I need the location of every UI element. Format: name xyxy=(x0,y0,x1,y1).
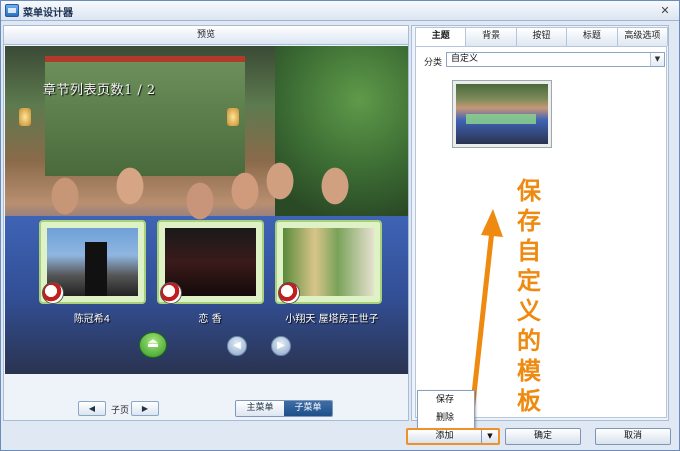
preview-header: 预览 xyxy=(4,26,408,45)
up-menu-icon[interactable]: ⏏ xyxy=(139,332,167,358)
chapter-page-title[interactable]: 章节列表页数1 / 2 xyxy=(43,79,156,98)
cancel-button[interactable]: 取消 xyxy=(595,428,671,445)
prev-page-icon[interactable]: ◀ xyxy=(227,336,247,356)
lamp-right xyxy=(227,108,239,126)
submenu-navigation: ◀ 子页 ▶ 主菜单 子菜单 xyxy=(4,376,408,420)
category-value: 自定义 xyxy=(451,54,479,64)
category-select[interactable]: 自定义 ▼ xyxy=(446,52,665,67)
chapter-thumbnail-1[interactable] xyxy=(39,220,146,304)
next-page-icon[interactable]: ▶ xyxy=(271,336,291,356)
annotation-text: 保存自定义的模板 xyxy=(517,176,541,415)
tab-title[interactable]: 标题 xyxy=(566,27,618,46)
subpage-label: 子页 xyxy=(111,406,130,416)
close-button[interactable]: ✕ xyxy=(657,3,673,18)
next-subpage-button[interactable]: ▶ xyxy=(131,401,159,416)
tab-buttons[interactable]: 按钮 xyxy=(515,27,568,46)
chapter-thumbnail-2[interactable] xyxy=(157,220,264,304)
preview-canvas: 章节列表页数1 / 2 陈冠希4 恋 香 小翔天 屋塔房王世子 ⏏ ◀ ▶ xyxy=(5,46,408,374)
tab-advanced[interactable]: 高级选项 xyxy=(616,27,669,46)
menu-item-delete[interactable]: 删除 xyxy=(418,410,474,427)
menu-designer-window: 菜单设计器 ✕ 预览 章节列表页数1 / 2 陈冠希4 恋 香 小翔天 屋塔房王… xyxy=(0,0,680,451)
chapter-thumbnail-3[interactable] xyxy=(275,220,382,304)
prev-subpage-button[interactable]: ◀ xyxy=(78,401,106,416)
sub-menu-button[interactable]: 子菜单 xyxy=(284,401,332,416)
lamp-left xyxy=(19,108,31,126)
preview-panel: 预览 章节列表页数1 / 2 陈冠希4 恋 香 小翔天 屋塔房王世子 ⏏ ◀ ▶… xyxy=(3,25,409,421)
ball-icon xyxy=(160,282,182,304)
add-split-button: 添加 ▼ xyxy=(406,428,500,445)
chapter-label-3: 小翔天 屋塔房王世子 xyxy=(285,314,379,325)
menu-item-save[interactable]: 保存 xyxy=(418,392,474,409)
settings-tabs: 主题 背景 按钮 标题 高级选项 xyxy=(415,27,669,46)
add-button[interactable]: 添加 xyxy=(408,430,481,443)
app-icon xyxy=(5,4,19,17)
tab-theme[interactable]: 主题 xyxy=(415,27,467,46)
add-dropdown-menu: 保存 删除 xyxy=(417,390,475,430)
menu-level-switch: 主菜单 子菜单 xyxy=(235,400,333,417)
main-menu-button[interactable]: 主菜单 xyxy=(236,401,284,416)
title-bar: 菜单设计器 ✕ xyxy=(1,1,679,21)
add-dropdown-icon[interactable]: ▼ xyxy=(481,430,498,443)
chapter-label-1: 陈冠希4 xyxy=(73,314,111,325)
chevron-down-icon[interactable]: ▼ xyxy=(650,53,664,66)
ball-icon xyxy=(42,282,64,304)
ok-button[interactable]: 确定 xyxy=(505,428,581,445)
category-label: 分类 xyxy=(424,58,443,68)
custom-template-thumbnail[interactable] xyxy=(452,80,552,148)
chapter-label-2: 恋 香 xyxy=(198,314,222,325)
window-title: 菜单设计器 xyxy=(23,8,73,19)
ball-icon xyxy=(278,282,300,304)
tab-background[interactable]: 背景 xyxy=(465,27,517,46)
